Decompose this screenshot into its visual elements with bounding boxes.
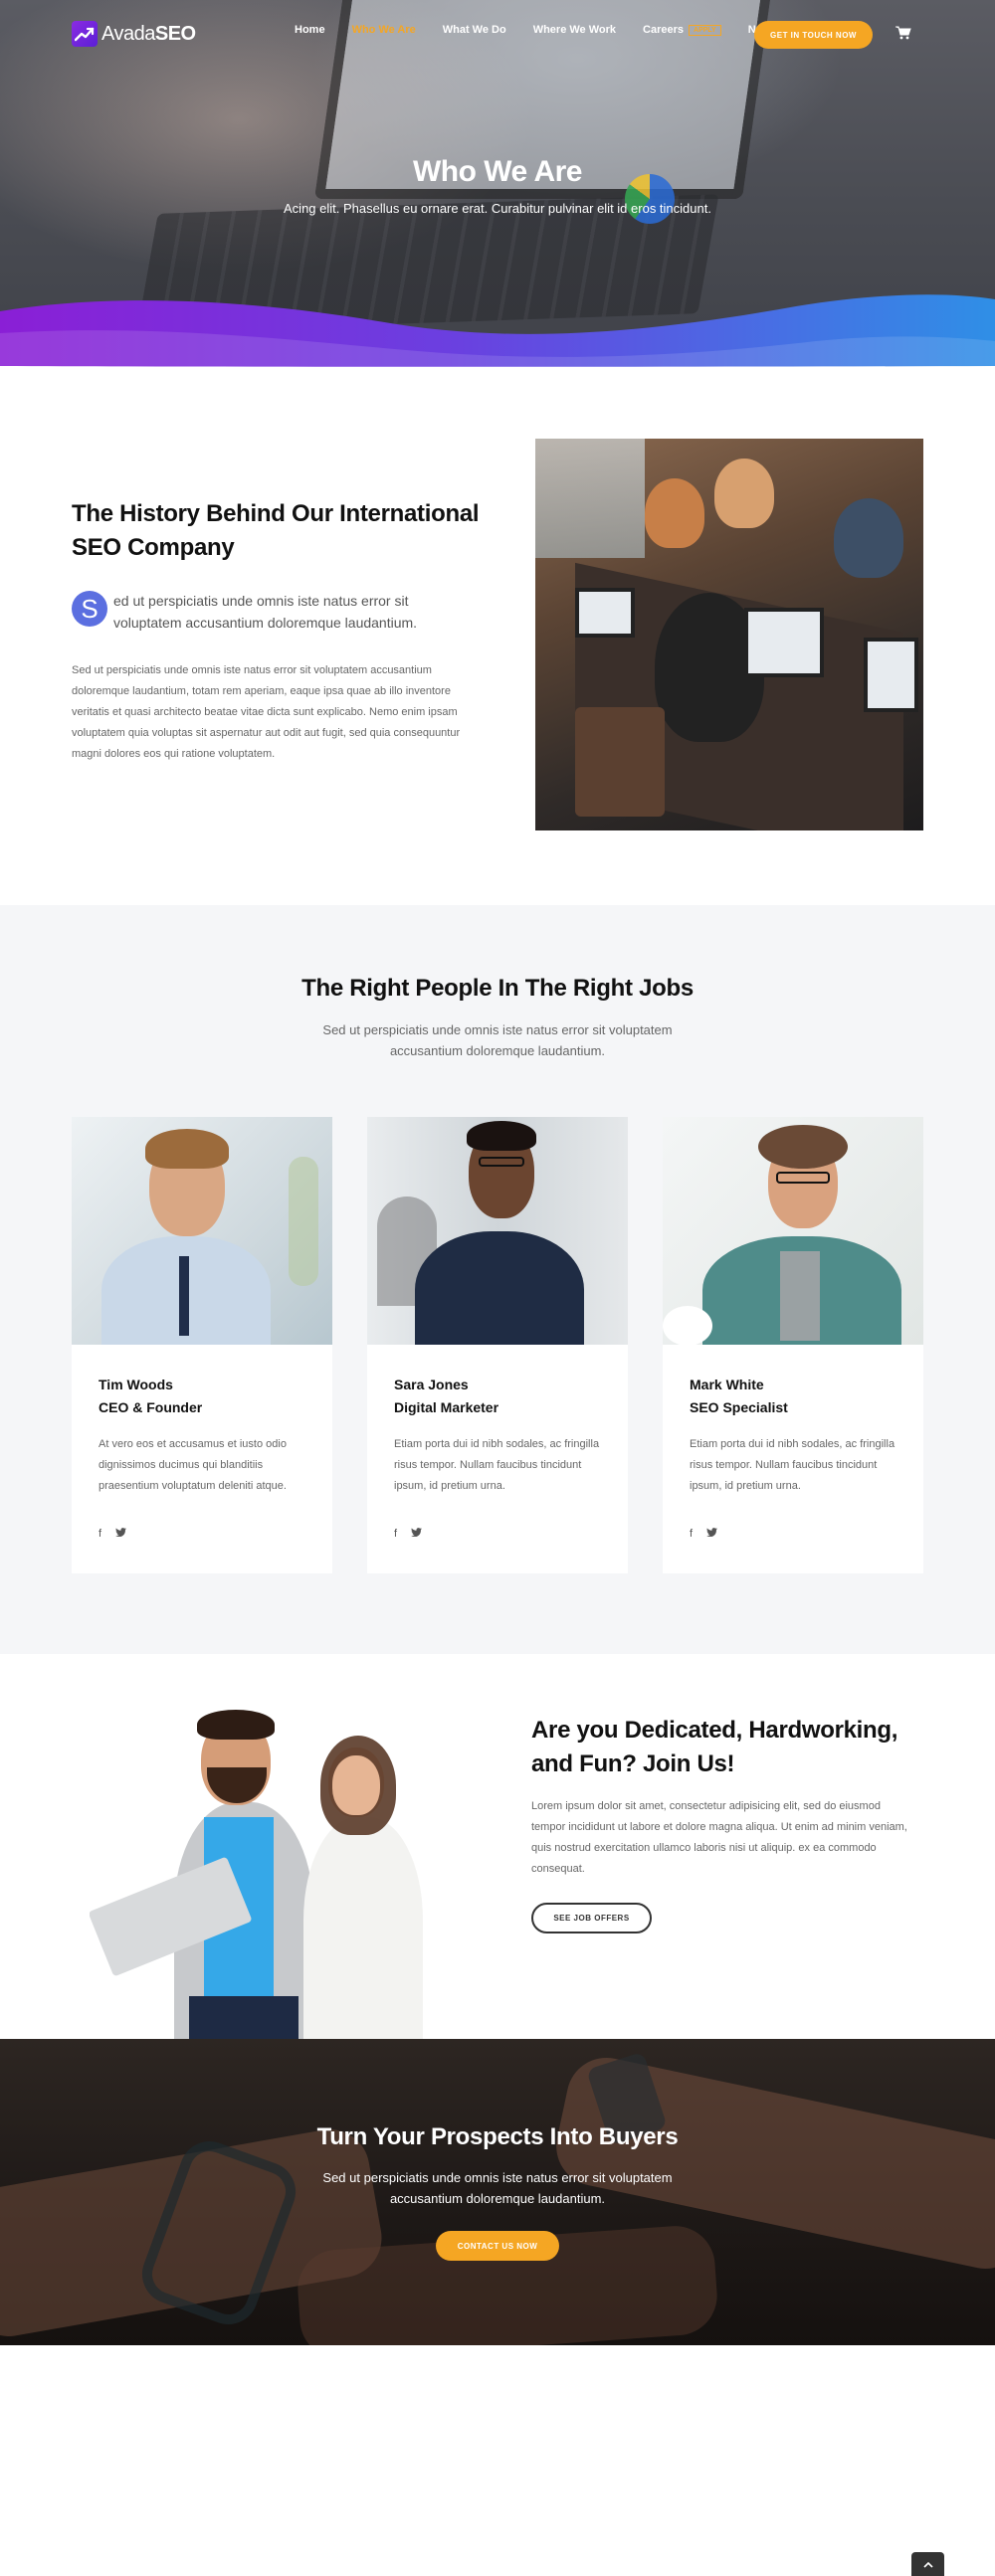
office-team-photo <box>535 439 923 830</box>
nav-item-home[interactable]: Home <box>295 24 325 36</box>
nav-item-who-we-are[interactable]: Who We Are <box>352 24 416 36</box>
team-title: The Right People In The Right Jobs <box>301 975 694 1002</box>
scroll-to-top-button[interactable] <box>911 2552 944 2576</box>
member-role: SEO Specialist <box>690 1399 788 1415</box>
see-job-offers-button[interactable]: SEE JOB OFFERS <box>531 1903 652 1933</box>
nav-item-careers-label: Careers <box>643 24 685 36</box>
social-links: f <box>394 1528 423 1540</box>
twitter-icon[interactable] <box>411 1528 423 1540</box>
hero-subtitle: Acing elit. Phasellus eu ornare erat. Cu… <box>284 201 711 216</box>
tim-woods-photo <box>72 1117 332 1345</box>
join-us-body: Lorem ipsum dolor sit amet, consectetur … <box>531 1800 907 1875</box>
facebook-icon[interactable]: f <box>690 1528 693 1540</box>
join-us-title: Are you Dedicated, Hardworking, and Fun?… <box>531 1717 898 1777</box>
hero-title: Who We Are <box>412 155 583 188</box>
member-bio: Etiam porta dui id nibh sodales, ac frin… <box>394 1438 600 1492</box>
history-body-text: Sed ut perspiciatis unde omnis iste natu… <box>72 664 461 760</box>
mark-white-photo <box>663 1117 923 1345</box>
contact-us-now-button[interactable]: CONTACT US NOW <box>436 2231 559 2261</box>
prospects-subtitle: Sed ut perspiciatis unde omnis iste natu… <box>322 2170 673 2206</box>
nav-item-careers[interactable]: Careers APPLY <box>643 24 721 36</box>
team-card-sara-jones: Sara Jones Digital Marketer Etiam porta … <box>367 1117 628 1573</box>
member-name: Sara Jones <box>394 1377 469 1392</box>
prospects-title: Turn Your Prospects Into Buyers <box>316 2123 679 2150</box>
hero-wave-divider <box>0 294 995 371</box>
social-links: f <box>690 1528 718 1540</box>
logo-text: AvadaSEO <box>101 22 196 45</box>
history-title: The History Behind Our International SEO… <box>72 500 480 561</box>
cart-icon[interactable] <box>896 26 911 40</box>
nav-menu: Home Who We Are What We Do Where We Work… <box>295 24 803 36</box>
history-lead-text: ed ut perspiciatis unde omnis iste natus… <box>113 593 418 631</box>
team-card-mark-white: Mark White SEO Specialist Etiam porta du… <box>663 1117 923 1573</box>
chevron-up-icon <box>922 2561 933 2568</box>
get-in-touch-button[interactable]: GET IN TOUCH NOW <box>754 21 873 49</box>
twitter-icon[interactable] <box>706 1528 718 1540</box>
social-links: f <box>99 1528 127 1540</box>
member-role: Digital Marketer <box>394 1399 499 1415</box>
team-subtitle: Sed ut perspiciatis unde omnis iste natu… <box>322 1022 673 1058</box>
careers-apply-badge: APPLY <box>689 25 721 36</box>
main-navigation: AvadaSEO Home Who We Are What We Do Wher… <box>0 0 995 66</box>
member-bio: At vero eos et accusamus et iusto odio d… <box>99 1438 287 1492</box>
member-role: CEO & Founder <box>99 1399 203 1415</box>
team-couple-photo <box>90 1708 448 2039</box>
site-logo[interactable]: AvadaSEO <box>72 21 196 47</box>
facebook-icon[interactable]: f <box>99 1528 101 1540</box>
sara-jones-photo <box>367 1117 628 1345</box>
team-card-tim-woods: Tim Woods CEO & Founder At vero eos et a… <box>72 1117 332 1573</box>
dropcap: S <box>72 591 107 627</box>
facebook-icon[interactable]: f <box>394 1528 397 1540</box>
member-name: Tim Woods <box>99 1377 173 1392</box>
nav-item-where-we-work[interactable]: Where We Work <box>533 24 616 36</box>
logo-trend-icon <box>72 21 98 47</box>
nav-item-what-we-do[interactable]: What We Do <box>443 24 506 36</box>
twitter-icon[interactable] <box>115 1528 127 1540</box>
member-bio: Etiam porta dui id nibh sodales, ac frin… <box>690 1438 896 1492</box>
member-name: Mark White <box>690 1377 764 1392</box>
